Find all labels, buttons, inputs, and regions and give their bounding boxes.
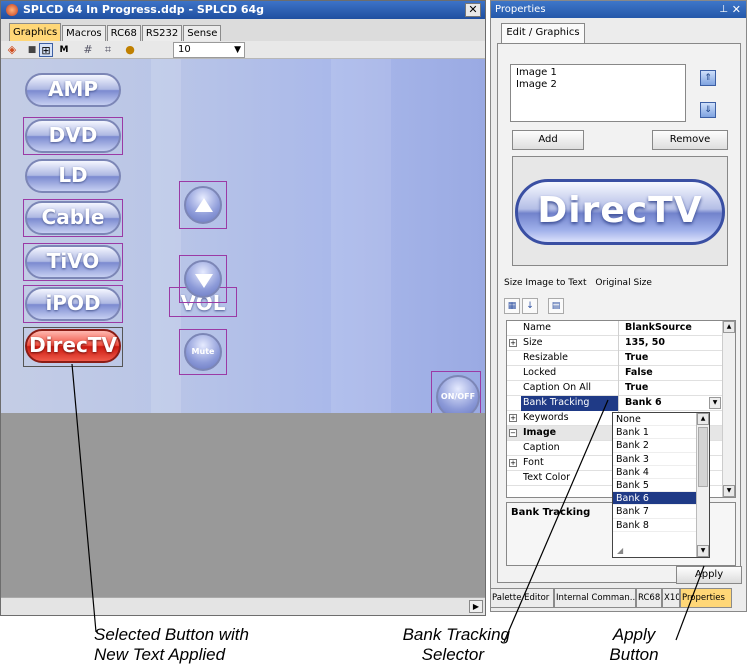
callout-text: New Text Applied — [94, 645, 226, 664]
callout-leader-lines — [71, 363, 705, 643]
callout-bank-tracking: Bank Tracking Selector — [340, 625, 510, 665]
callout-text: Selector — [421, 645, 484, 664]
callout-text: Apply — [612, 625, 656, 644]
callout-text: Selected Button with — [94, 625, 249, 644]
callout-line-bank-tracking — [503, 399, 609, 643]
callout-text: Button — [609, 645, 659, 664]
callout-selected-button: Selected Button with New Text Applied — [94, 625, 304, 665]
callout-line-apply — [675, 565, 705, 641]
callout-text: Bank Tracking — [402, 625, 510, 644]
callout-line-selected-button — [71, 363, 97, 633]
callout-apply-button: Apply Button — [594, 625, 674, 665]
